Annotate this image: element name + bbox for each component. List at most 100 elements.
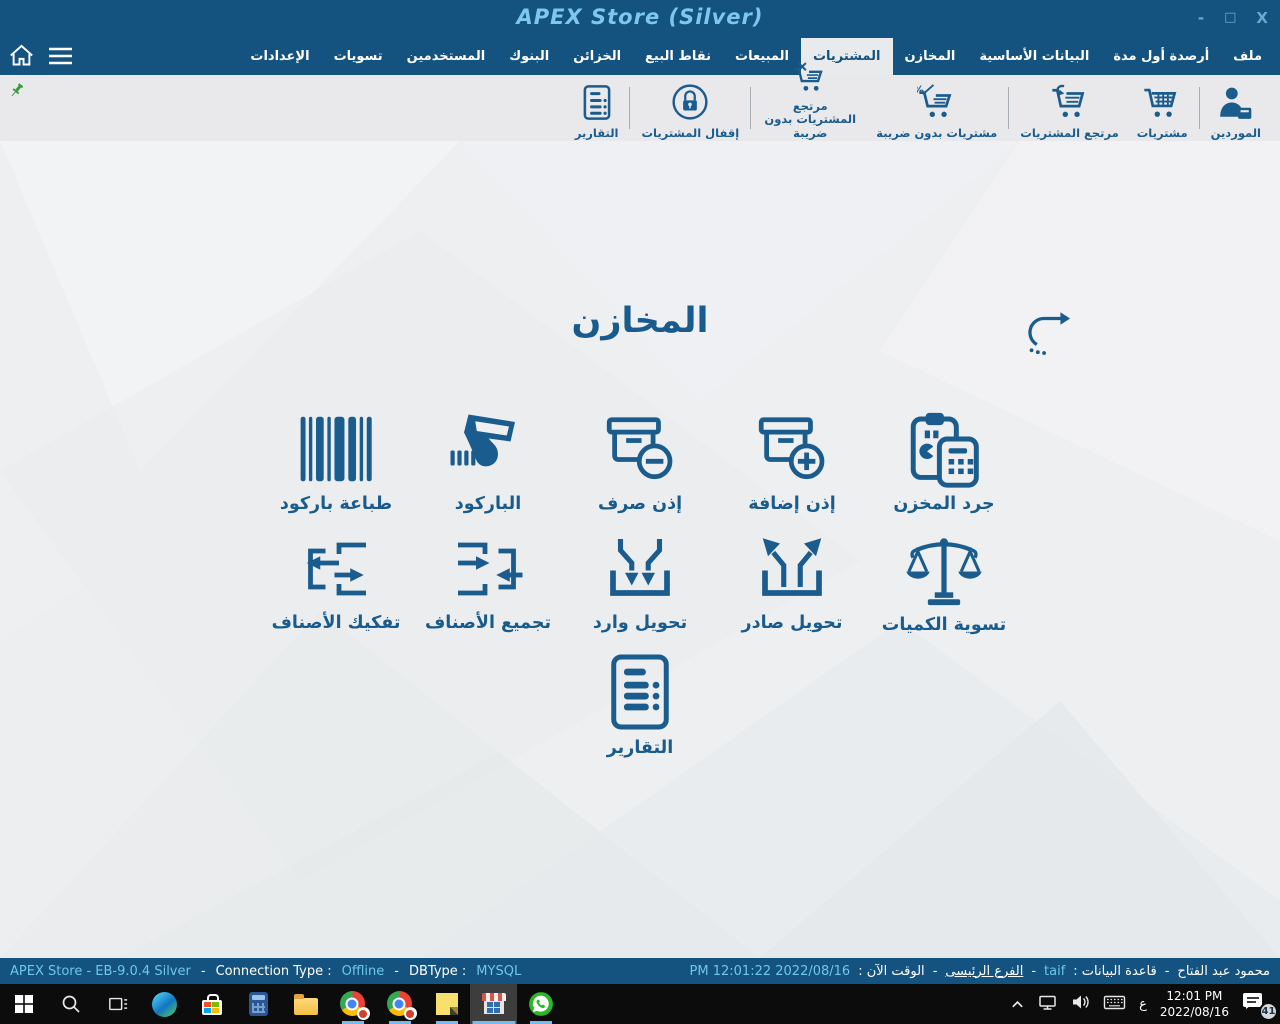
refresh-arrow-icon[interactable] [1020,306,1072,362]
tile-transfer-out[interactable]: تحويل صادر [716,530,868,635]
main-content: المخازن [0,141,1280,958]
language-indicator[interactable]: ع [1139,997,1147,1012]
tile-merge-items[interactable]: تجميع الأصناف [412,530,564,635]
separator: - [1165,964,1170,979]
app-title: APEX Store (Silver) [517,5,764,29]
cart-return-icon [1050,83,1090,125]
minimize-button[interactable]: - [1198,8,1204,28]
dbtype-label: DBType : [409,964,466,979]
tile-barcode-scanner[interactable]: الباركود [412,409,564,514]
start-button[interactable] [0,984,47,1024]
menu-item-pos[interactable]: نقاط البيع [633,38,723,75]
keyboard-icon[interactable] [1103,995,1126,1014]
branch-link[interactable]: الفرع الرئيسى [945,964,1023,979]
chrome-badge [404,1007,417,1020]
network-icon[interactable] [1038,994,1058,1015]
quantity-adjust-icon [904,530,984,610]
chrome-badge [357,1007,370,1020]
ribbon-close-purchases-button[interactable]: إقفال المشتريات [632,83,748,141]
whatsapp-icon[interactable] [517,984,564,1024]
report-icon [582,84,612,125]
transfer-out-icon [753,530,831,608]
database-value: taif [1044,964,1065,979]
calculator-icon[interactable] [235,984,282,1024]
split-items-icon [297,530,375,608]
chrome-icon[interactable] [329,984,376,1024]
microsoft-store-icon[interactable] [188,984,235,1024]
tile-grid: جرد المخزن إذن إضافة [250,409,1030,774]
ribbon-separator [1008,87,1009,129]
menu-item-basic-data[interactable]: البيانات الأساسية [967,38,1101,75]
menu-item-safes[interactable]: الخزائن [561,38,633,75]
current-time-label: الوقت الآن : [858,964,925,979]
ribbon-purchases-no-tax-button[interactable]: % مشتريات بدون ضريبة [867,83,1006,141]
apex-store-taskbar-icon[interactable] [470,984,517,1024]
tile-split-items[interactable]: تفكيك الأصناف [260,530,412,635]
dbtype-value: MYSQL [476,964,521,979]
chrome-icon-2[interactable] [376,984,423,1024]
tile-add-permit[interactable]: إذن إضافة [716,409,868,514]
svg-text:%: % [917,84,924,97]
lock-icon [671,83,709,125]
tile-barcode-print[interactable]: طباعة باركود [260,409,412,514]
ribbon-separator [629,87,630,129]
cart-icon [1142,85,1182,125]
sticky-notes-icon[interactable] [423,984,470,1024]
ribbon-purchase-returns-button[interactable]: مرتجع المشتريات [1011,83,1127,141]
clock[interactable]: 12:01 PM 2022/08/16 [1160,988,1229,1020]
maximize-button[interactable]: □ [1224,8,1236,28]
tile-quantity-adjust[interactable]: تسوية الكميات [868,530,1020,635]
tile-stocktaking[interactable]: جرد المخزن [868,409,1020,514]
menu-item-settlements[interactable]: تسويات [322,38,395,75]
menu-item-file[interactable]: ملف [1221,38,1274,75]
separator: - [933,964,938,979]
ribbon-purchase-returns-no-tax-button[interactable]: مرتجع المشتريات بدون ضريبة [753,61,867,141]
ribbon-separator [1199,87,1200,129]
merge-items-icon [449,530,527,608]
tile-issue-permit[interactable]: إذن صرف [564,409,716,514]
barcode-scanner-icon [446,409,530,489]
volume-icon[interactable] [1071,994,1090,1014]
menu-item-users[interactable]: المستخدمين [395,38,498,75]
barcode-print-icon [296,409,376,489]
ribbon-reports-button[interactable]: التقارير [566,84,628,141]
tile-reports[interactable]: التقارير [564,651,716,758]
ribbon-toolbar: الموردين مشتريات مرتجع المشتريات % مشتري… [0,75,1280,142]
connection-type-label: Connection Type : [216,964,332,979]
search-icon[interactable] [47,984,94,1024]
menu-item-settings[interactable]: الإعدادات [238,38,321,75]
app-version: APEX Store - EB-9.0.4 Silver [10,964,191,979]
notifications-icon[interactable]: 41 [1242,991,1272,1017]
menu-item-warehouses[interactable]: المخازن [893,38,968,75]
edge-icon[interactable] [141,984,188,1024]
pin-icon[interactable] [8,81,26,103]
ribbon-separator [750,87,751,129]
current-time-value: PM 12:01:22 2022/08/16 [690,964,851,979]
notification-count-badge: 41 [1259,1002,1278,1021]
ribbon-purchases-button[interactable]: مشتريات [1128,85,1197,141]
file-explorer-icon[interactable] [282,984,329,1024]
separator: - [1031,964,1036,979]
menu-item-opening-balances[interactable]: أرصدة أول مدة [1101,38,1221,75]
hamburger-menu-icon[interactable] [47,45,74,71]
user-name: محمود عبد الفتاح [1177,964,1270,979]
hidden-icons-chevron-icon[interactable] [1010,995,1025,1014]
issue-permit-icon [600,409,680,489]
title-bar: APEX Store (Silver) - □ X [0,0,1280,38]
status-bar: APEX Store - EB-9.0.4 Silver - Connectio… [0,958,1280,984]
home-icon[interactable] [8,42,35,73]
stocktaking-icon [904,409,984,489]
close-button[interactable]: X [1256,8,1268,28]
cart-return-no-tax-icon [792,61,828,98]
windows-taskbar: ع 12:01 PM 2022/08/16 41 [0,984,1280,1024]
clock-time: 12:01 PM [1160,988,1229,1004]
task-view-icon[interactable] [94,984,141,1024]
separator: - [394,964,399,979]
separator: - [201,964,206,979]
page-title: المخازن [0,301,1280,341]
supplier-icon [1217,85,1255,125]
menu-item-banks[interactable]: البنوك [497,38,561,75]
transfer-in-icon [601,530,679,608]
ribbon-suppliers-button[interactable]: الموردين [1202,85,1270,141]
tile-transfer-in[interactable]: تحويل وارد [564,530,716,635]
